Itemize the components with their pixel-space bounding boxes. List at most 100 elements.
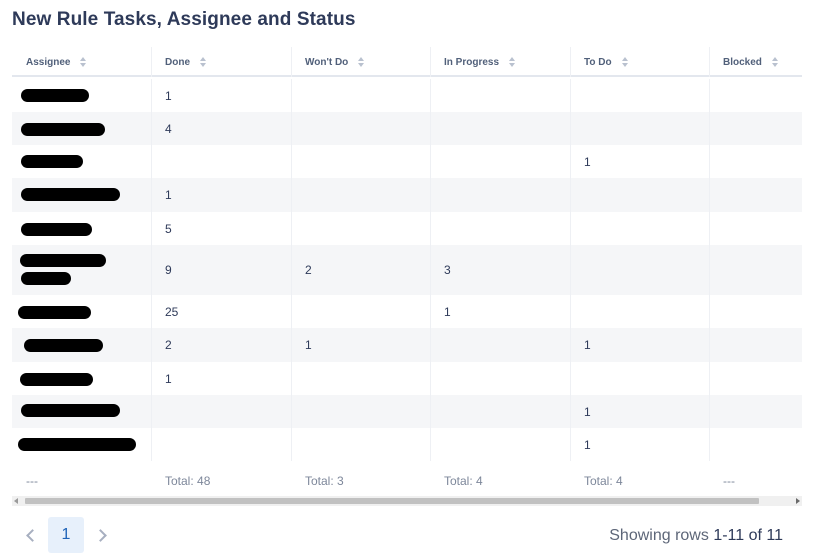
redacted-assignee: [18, 438, 136, 451]
cell-wont-do: [291, 145, 305, 178]
chevron-right-icon: [93, 528, 107, 542]
scroll-right-arrow-icon[interactable]: [796, 498, 800, 504]
redacted-assignee: [24, 339, 103, 352]
table-row: 25 1: [12, 295, 802, 328]
total-in-progress: Total: 4: [444, 474, 483, 488]
redacted-assignee: [21, 272, 71, 285]
cell-blocked: [709, 245, 723, 295]
column-header-to-do[interactable]: To Do: [570, 47, 710, 77]
column-header-blocked[interactable]: Blocked: [709, 47, 802, 77]
cell-done: 1: [165, 88, 172, 103]
redacted-assignee: [21, 155, 83, 168]
redacted-assignee: [18, 306, 91, 319]
cell-in-progress: [430, 212, 444, 245]
redacted-assignee: [20, 373, 93, 386]
redacted-assignee: [20, 254, 106, 267]
table-row: 1: [12, 79, 802, 112]
cell-done: 4: [165, 121, 172, 136]
totals-row: --- Total: 48 Total: 3 Total: 4 Total: 4…: [12, 467, 802, 495]
cell-blocked: [709, 395, 723, 428]
table-header: Assignee Done Won't Do In Progress To Do…: [12, 47, 802, 77]
sort-icon[interactable]: [80, 57, 87, 67]
cell-wont-do: [291, 178, 305, 212]
cell-wont-do: [291, 362, 305, 395]
sort-icon[interactable]: [358, 57, 365, 67]
column-label: Blocked: [723, 56, 762, 68]
column-header-done[interactable]: Done: [151, 47, 291, 77]
table-row: 1: [12, 362, 802, 395]
cell-to-do: [570, 212, 584, 245]
total-to-do: Total: 4: [584, 474, 623, 488]
total-assignee: ---: [26, 474, 38, 488]
cell-to-do: [570, 295, 584, 328]
cell-wont-do: [291, 395, 305, 428]
cell-blocked: [709, 328, 723, 362]
cell-blocked: [709, 362, 723, 395]
scrollbar-thumb[interactable]: [25, 498, 759, 504]
column-label: In Progress: [444, 56, 500, 68]
rows-summary-range: 1-11 of 11: [713, 527, 783, 544]
cell-wont-do: [291, 295, 305, 328]
redacted-assignee: [21, 223, 92, 236]
table-row: 9 2 3: [12, 245, 802, 295]
column-label: Won't Do: [305, 56, 349, 68]
cell-to-do: 1: [584, 404, 591, 419]
cell-to-do: [570, 79, 584, 112]
cell-to-do: [570, 112, 584, 145]
column-header-wont-do[interactable]: Won't Do: [291, 47, 431, 77]
cell-blocked: [709, 145, 723, 178]
sort-icon[interactable]: [621, 57, 628, 67]
pagination: 1: [12, 517, 120, 553]
column-header-in-progress[interactable]: In Progress: [430, 47, 570, 77]
cell-wont-do: 1: [305, 338, 312, 352]
cell-in-progress: [430, 395, 444, 428]
cell-done: 5: [165, 221, 172, 236]
cell-done: [151, 145, 165, 178]
rows-summary: Showing rows 1-11 of 11: [609, 527, 783, 545]
redacted-assignee: [21, 89, 89, 102]
previous-page-button[interactable]: [12, 517, 48, 553]
cell-done: [151, 428, 165, 461]
column-label: To Do: [584, 56, 612, 68]
cell-blocked: [709, 178, 723, 212]
table-row: 2 1 1: [12, 328, 802, 362]
sort-icon[interactable]: [509, 57, 516, 67]
table-row: 1: [12, 178, 802, 212]
cell-to-do: [570, 362, 584, 395]
cell-blocked: [709, 79, 723, 112]
cell-done: 2: [165, 338, 172, 352]
cell-wont-do: 2: [305, 263, 312, 277]
table-row: 1: [12, 395, 802, 428]
data-table: Assignee Done Won't Do In Progress To Do…: [12, 47, 802, 495]
total-done: Total: 48: [165, 474, 211, 488]
horizontal-scrollbar[interactable]: [12, 496, 802, 506]
chevron-left-icon: [25, 528, 39, 542]
redacted-assignee: [21, 123, 105, 136]
cell-in-progress: [430, 79, 444, 112]
table-row: 1: [12, 428, 802, 461]
cell-done: 1: [165, 371, 172, 386]
cell-in-progress: 1: [444, 304, 451, 319]
cell-wont-do: [291, 112, 305, 145]
cell-blocked: [709, 112, 723, 145]
cell-blocked: [709, 295, 723, 328]
table-row: 1: [12, 145, 802, 178]
redacted-assignee: [21, 404, 120, 417]
scroll-left-arrow-icon[interactable]: [14, 498, 18, 504]
table-row: 5: [12, 212, 802, 245]
next-page-button[interactable]: [84, 517, 120, 553]
cell-to-do: 1: [584, 437, 591, 452]
cell-in-progress: [430, 428, 444, 461]
page-button-current[interactable]: 1: [48, 517, 84, 553]
cell-wont-do: [291, 212, 305, 245]
cell-to-do: 1: [584, 338, 591, 352]
cell-done: 1: [165, 188, 172, 202]
column-header-assignee[interactable]: Assignee: [12, 47, 152, 77]
sort-icon[interactable]: [771, 57, 778, 67]
cell-to-do: [570, 245, 584, 295]
cell-in-progress: [430, 145, 444, 178]
cell-done: 25: [165, 304, 179, 319]
cell-blocked: [709, 212, 723, 245]
cell-to-do: 1: [584, 154, 591, 169]
sort-icon[interactable]: [200, 57, 206, 67]
